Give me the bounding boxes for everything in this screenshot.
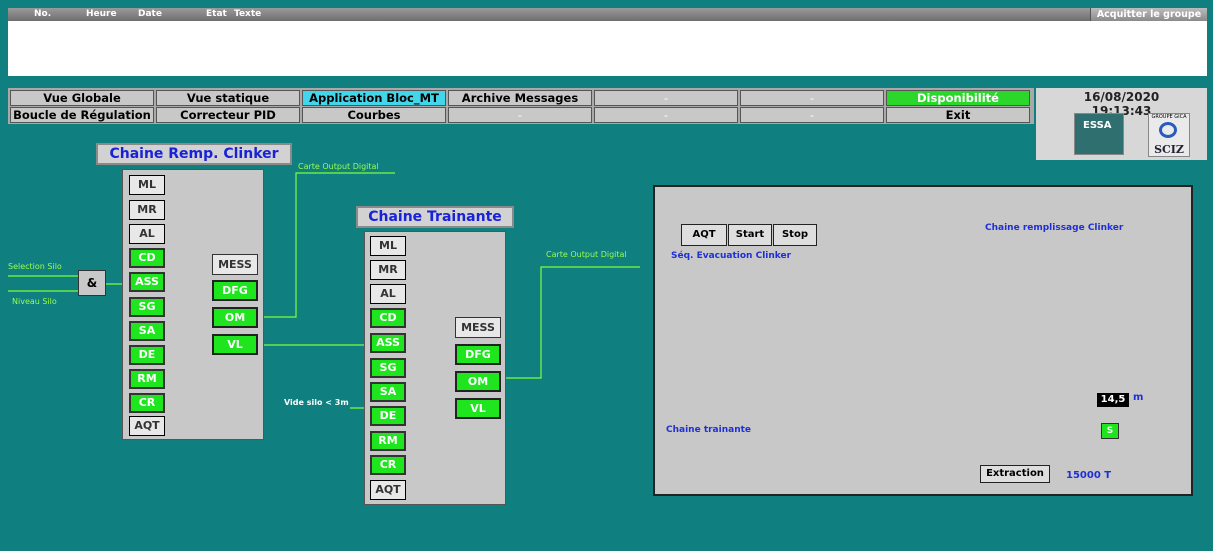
chain1-cd-button[interactable]: CD xyxy=(129,248,165,268)
chain1-output-card-label: Carte Output Digital xyxy=(298,162,379,171)
chain2-mr-button[interactable]: MR xyxy=(370,260,406,280)
silo-level-display: 14,5 xyxy=(1097,393,1129,407)
selection-silo-label: Selection Silo xyxy=(8,262,62,271)
chain1-vl-indicator: VL xyxy=(212,334,258,355)
chain1-mr-button[interactable]: MR xyxy=(129,200,165,220)
chain2-mess-indicator: MESS xyxy=(455,317,501,338)
chain1-mess-indicator: MESS xyxy=(212,254,258,275)
chain-fill-label: Chaine remplissage Clinker xyxy=(985,223,1124,233)
chain-drag-label: Chaine trainante xyxy=(666,425,752,435)
chain1-rm-button[interactable]: RM xyxy=(129,369,165,389)
chain2-dfg-indicator: DFG xyxy=(455,344,501,365)
extraction-button[interactable]: Extraction xyxy=(980,465,1050,483)
sequence-panel: AQT Start Stop Séq. Evacuation Clinker C… xyxy=(653,185,1193,496)
chain-trainante-block: ML MR AL CD ASS SG SA DE RM CR AQT MESS … xyxy=(364,231,506,505)
chain2-cd-button[interactable]: CD xyxy=(370,308,406,328)
seq-start-button[interactable]: Start xyxy=(728,224,772,246)
chain2-om-indicator: OM xyxy=(455,371,501,392)
chain2-de-button[interactable]: DE xyxy=(370,406,406,426)
chain1-ml-button[interactable]: ML xyxy=(129,175,165,195)
chain2-sg-button[interactable]: SG xyxy=(370,358,406,378)
chain1-dfg-indicator: DFG xyxy=(212,280,258,301)
silo-s-indicator[interactable]: S xyxy=(1101,423,1119,439)
chain2-aqt-button[interactable]: AQT xyxy=(370,480,406,500)
chain1-cr-button[interactable]: CR xyxy=(129,393,165,413)
chain1-om-indicator: OM xyxy=(212,307,258,328)
chain-remp-clinker-title: Chaine Remp. Clinker xyxy=(96,143,292,165)
silo-level-unit: m xyxy=(1133,392,1144,403)
seq-evacuation-label: Séq. Evacuation Clinker xyxy=(671,251,792,261)
silo-capacity-label: 15000 T xyxy=(1066,470,1112,481)
seq-stop-button[interactable]: Stop xyxy=(773,224,817,246)
chain2-vl-indicator: VL xyxy=(455,398,501,419)
chain1-sa-button[interactable]: SA xyxy=(129,321,165,341)
seq-aqt-button[interactable]: AQT xyxy=(681,224,727,246)
chain2-ml-button[interactable]: ML xyxy=(370,236,406,256)
chain2-cr-button[interactable]: CR xyxy=(370,455,406,475)
chain-remp-clinker-block: ML MR AL CD ASS SG SA DE RM CR AQT MESS … xyxy=(122,169,264,440)
chain2-ass-button[interactable]: ASS xyxy=(370,333,406,353)
and-gate: & xyxy=(78,270,106,296)
chain2-al-button[interactable]: AL xyxy=(370,284,406,304)
chain2-output-card-label: Carte Output Digital xyxy=(546,250,627,259)
chain1-de-button[interactable]: DE xyxy=(129,345,165,365)
vide-silo-label: Vide silo < 3m xyxy=(284,398,349,407)
chain-trainante-title: Chaine Trainante xyxy=(356,206,514,228)
chain1-al-button[interactable]: AL xyxy=(129,224,165,244)
chain2-rm-button[interactable]: RM xyxy=(370,431,406,451)
chain1-aqt-button[interactable]: AQT xyxy=(129,416,165,436)
niveau-silo-label: Niveau Silo xyxy=(12,297,57,306)
chain1-sg-button[interactable]: SG xyxy=(129,297,165,317)
chain2-sa-button[interactable]: SA xyxy=(370,382,406,402)
chain1-ass-button[interactable]: ASS xyxy=(129,272,165,292)
